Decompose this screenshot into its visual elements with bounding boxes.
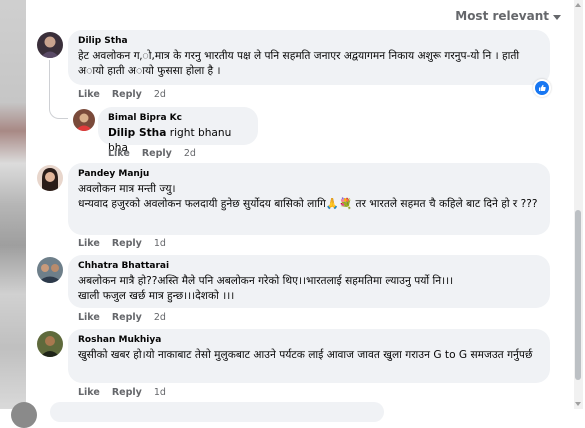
comment-bubble: Pandey Manju अवलोकन मात्र मन्ती ज्यु। धन… — [68, 163, 550, 235]
comment-timestamp[interactable]: 2d — [154, 89, 166, 100]
comment-bubble — [50, 402, 384, 422]
comment-timestamp[interactable]: 2d — [184, 148, 196, 159]
comment-actions: Like Reply 1d — [78, 238, 166, 249]
comment-author[interactable]: Pandey Manju — [78, 169, 540, 179]
avatar[interactable] — [37, 331, 63, 357]
comment-actions: Like Reply 2d — [78, 312, 166, 323]
comment-text: अवलोकन मात्र मन्ती ज्यु। धन्यवाद हजुरको … — [78, 183, 538, 210]
mention-link[interactable]: Dilip Stha — [108, 127, 166, 139]
avatar[interactable] — [37, 257, 63, 283]
scroll-down-icon[interactable] — [575, 402, 581, 406]
avatar[interactable] — [73, 109, 95, 131]
caret-down-icon — [553, 14, 561, 20]
comment-author[interactable]: Chhatra Bhattarai — [78, 261, 540, 271]
comment-bubble: Roshan Mukhiya खुसीको खबर हो।यो नाकाबाट … — [68, 329, 550, 383]
comment-actions: Like Reply 2d — [108, 148, 196, 159]
comment-text: अबलोकन मात्रै हो??अस्ति मैले पनि अबलोकन … — [78, 275, 454, 302]
sort-dropdown[interactable]: Most relevant — [455, 9, 561, 23]
comment-actions: Like Reply 2d — [78, 89, 166, 100]
comment-author[interactable]: Dilip Stha — [78, 36, 540, 46]
like-button[interactable]: Like — [78, 89, 100, 100]
sort-label: Most relevant — [455, 9, 549, 23]
like-button[interactable]: Like — [78, 387, 100, 398]
comment-timestamp[interactable]: 2d — [154, 312, 166, 323]
reply-button[interactable]: Reply — [112, 89, 142, 100]
background-overlay — [0, 0, 26, 409]
avatar[interactable] — [37, 165, 63, 191]
like-icon[interactable] — [533, 79, 551, 97]
comment-text: खुसीको खबर हो।यो नाकाबाट तेसो मुलुकबाट आ… — [78, 349, 533, 361]
comment-author[interactable]: Bimal Bipra Kc — [108, 113, 248, 123]
reply-button[interactable]: Reply — [112, 312, 142, 323]
scrollbar-thumb[interactable] — [575, 210, 581, 380]
comment-author[interactable]: Roshan Mukhiya — [78, 335, 540, 345]
comment-text: हेट अवलोकन ग,ो,मात्र के गरनु भारतीय पक्ष… — [78, 50, 523, 77]
like-button[interactable]: Like — [108, 148, 130, 159]
like-button[interactable]: Like — [78, 238, 100, 249]
reply-thread-line — [49, 60, 68, 119]
scroll-up-icon[interactable] — [575, 3, 581, 7]
avatar[interactable] — [37, 32, 63, 58]
reply-bubble: Bimal Bipra Kc Dilip Stha right bhanu bh… — [98, 107, 258, 154]
avatar[interactable] — [11, 402, 37, 428]
reply-button[interactable]: Reply — [142, 148, 172, 159]
like-button[interactable]: Like — [78, 312, 100, 323]
comment-timestamp[interactable]: 1d — [154, 387, 166, 398]
comment-bubble: Chhatra Bhattarai अबलोकन मात्रै हो??अस्त… — [68, 255, 550, 308]
comment-actions: Like Reply 1d — [78, 387, 166, 398]
comment-bubble: Dilip Stha हेट अवलोकन ग,ो,मात्र के गरनु … — [68, 30, 550, 85]
comment-timestamp[interactable]: 1d — [154, 238, 166, 249]
reply-button[interactable]: Reply — [112, 387, 142, 398]
reply-button[interactable]: Reply — [112, 238, 142, 249]
